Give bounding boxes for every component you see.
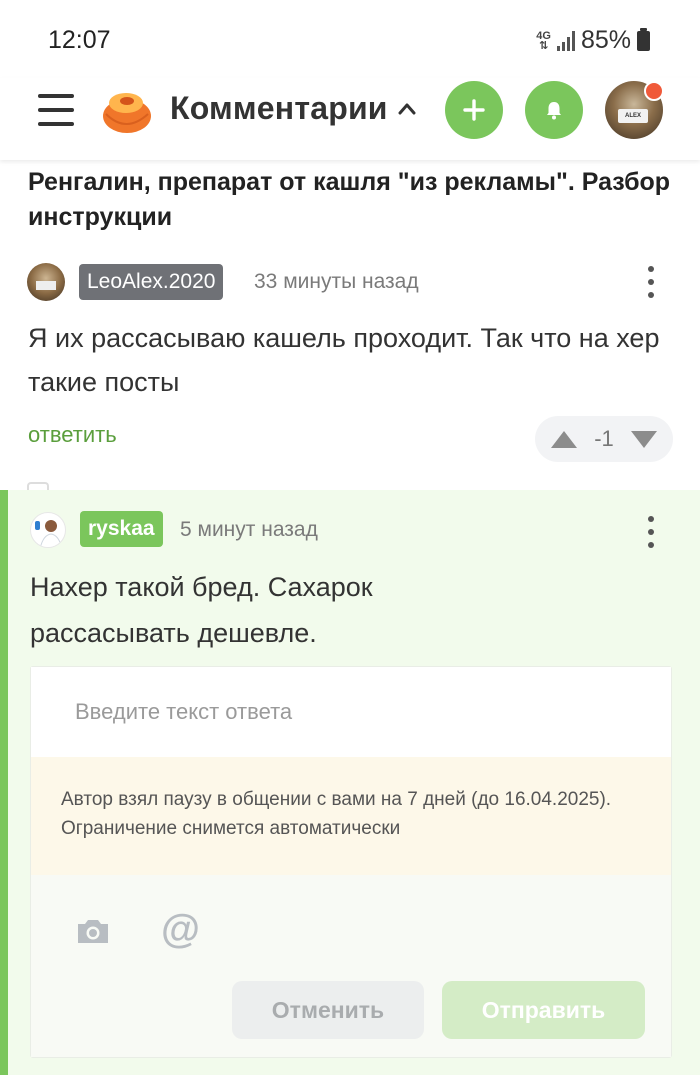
comment-avatar[interactable] xyxy=(27,263,65,301)
app-header: Комментарии ALEX xyxy=(0,78,700,160)
bell-icon xyxy=(547,102,561,120)
comment-time[interactable]: 5 минут назад xyxy=(180,518,318,542)
vote-widget: -1 xyxy=(535,416,673,462)
comment-time[interactable]: 33 минуты назад xyxy=(254,270,419,294)
page-title[interactable]: Комментарии xyxy=(170,90,388,127)
send-button[interactable]: Отправить xyxy=(442,981,645,1039)
reply-input[interactable] xyxy=(31,667,671,757)
comment-username[interactable]: ryskaa xyxy=(80,511,163,547)
comment-text: Нахер такой бред. Сахарок рассасывать де… xyxy=(30,572,373,648)
data-arrows-icon: ⇅ xyxy=(539,39,549,52)
status-time: 12:07 xyxy=(48,26,111,54)
user-figure-icon xyxy=(35,520,63,547)
plus-icon xyxy=(463,99,485,121)
reply-link[interactable]: ответить xyxy=(28,422,117,448)
status-bar: 12:07 4G ⇅ 85% xyxy=(0,0,700,78)
network-label: 4G xyxy=(536,29,551,42)
notifications-button[interactable] xyxy=(525,81,583,139)
pikabu-logo[interactable] xyxy=(100,84,152,136)
comment-text: Я их рассасываю кашель проходит. Так что… xyxy=(28,323,660,397)
hamburger-icon[interactable] xyxy=(38,92,74,128)
battery-percent: 85% xyxy=(580,26,631,54)
notification-dot xyxy=(644,81,664,101)
restriction-notice: Автор взял паузу в общении с вами на 7 д… xyxy=(31,757,671,875)
cancel-button[interactable]: Отменить xyxy=(232,981,424,1039)
rating-value: -1 xyxy=(594,426,614,451)
highlight-bar xyxy=(0,490,8,1075)
reply-form: Автор взял паузу в общении с вами на 7 д… xyxy=(30,666,672,1058)
comment-username[interactable]: LeoAlex.2020 xyxy=(79,264,224,300)
add-button[interactable] xyxy=(445,81,503,139)
signal-icon xyxy=(556,30,575,51)
more-options-icon[interactable] xyxy=(646,516,656,548)
comment-avatar[interactable] xyxy=(30,512,66,548)
battery-icon xyxy=(637,27,650,51)
status-indicators: 4G ⇅ 85% xyxy=(536,26,650,55)
network-indicator: 4G ⇅ xyxy=(536,29,551,52)
upvote-icon[interactable] xyxy=(551,430,578,448)
at-icon[interactable]: @ xyxy=(161,909,201,949)
chevron-up-icon[interactable] xyxy=(398,100,416,118)
camera-icon[interactable] xyxy=(75,913,111,949)
more-options-icon[interactable] xyxy=(646,266,656,298)
comment-2: ryskaa 5 минут назад Нахер такой бред. С… xyxy=(0,490,700,1075)
downvote-icon[interactable] xyxy=(630,430,657,448)
post-title[interactable]: Ренгалин, препарат от кашля "из рекламы"… xyxy=(28,165,678,235)
reply-toolbar: @ Отменить Отправить xyxy=(31,875,671,1057)
